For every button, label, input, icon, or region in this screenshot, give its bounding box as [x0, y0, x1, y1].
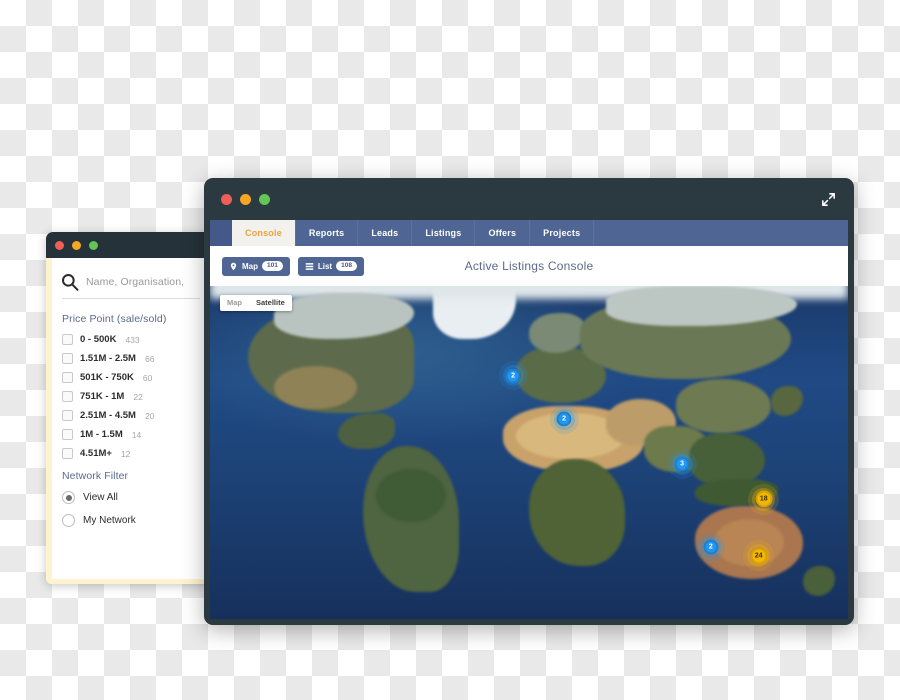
map-view-button[interactable]: Map 101	[222, 256, 290, 276]
filter-count: 22	[133, 391, 143, 402]
close-icon[interactable]	[221, 193, 232, 205]
filter-label: 1.51M - 2.5M	[80, 353, 136, 364]
minimize-icon[interactable]	[240, 193, 251, 205]
nav-tab-offers[interactable]: Offers	[475, 220, 531, 246]
map-type-satellite[interactable]: Satellite	[249, 295, 292, 311]
landmass-japan	[771, 385, 804, 416]
filter-label: 2.51M - 4.5M	[80, 410, 136, 421]
nav-tab-listings[interactable]: Listings	[412, 220, 476, 246]
filter-label: 0 - 500K	[80, 334, 117, 345]
app-viewport: Console Reports Leads Listings Offers Pr…	[210, 220, 848, 619]
filter-option-4[interactable]: 2.51M - 4.5M 20	[62, 410, 202, 421]
search-icon	[60, 272, 80, 292]
radio-icon[interactable]	[62, 491, 75, 504]
filter-label: 501K - 750K	[80, 372, 134, 383]
network-option-my-network[interactable]: My Network	[62, 514, 202, 527]
landmass-scandinavia	[529, 312, 587, 353]
nav-tab-reports[interactable]: Reports	[296, 220, 359, 246]
filter-option-3[interactable]: 751K - 1M 22	[62, 391, 202, 402]
checkbox-icon[interactable]	[62, 353, 73, 364]
marker-pulse-ring	[703, 540, 718, 555]
left-window-controls[interactable]	[55, 240, 98, 250]
console-window: Console Reports Leads Listings Offers Pr…	[204, 178, 854, 625]
marker-pulse-ring	[755, 491, 772, 508]
left-window-titlebar	[46, 232, 212, 258]
nav-tab-console[interactable]: Console	[232, 220, 296, 246]
map-marker-cluster-mediterranean[interactable]: 2	[556, 411, 572, 427]
checkbox-icon[interactable]	[62, 334, 73, 345]
landmass-china	[675, 379, 772, 433]
view-toolbar: Map 101 List 108 Active Listings Console	[210, 246, 848, 286]
map-marker-cluster-western-australia[interactable]: 2	[703, 539, 719, 555]
app-logo[interactable]	[210, 220, 232, 246]
checkbox-icon[interactable]	[62, 391, 73, 402]
map-view-label: Map	[242, 261, 258, 271]
checkbox-icon[interactable]	[62, 410, 73, 421]
filters-window: Name, Organisation, Price Point (sale/so…	[46, 232, 212, 584]
filter-count: 20	[144, 410, 155, 421]
marker-pulse-ring	[675, 457, 690, 472]
maximize-icon[interactable]	[89, 240, 98, 250]
landmass-new-zealand	[803, 565, 836, 596]
marker-pulse-ring	[506, 368, 521, 383]
landmass-central-america	[337, 412, 395, 450]
console-window-controls[interactable]	[221, 193, 270, 205]
filter-count: 12	[120, 448, 131, 459]
network-option-label: My Network	[83, 515, 136, 526]
filter-label: 751K - 1M	[80, 391, 125, 402]
list-rows-icon	[305, 262, 314, 271]
filter-count: 433	[125, 334, 140, 345]
landmass-usa-desert	[273, 365, 357, 410]
map-marker-cluster-europe-north[interactable]: 2	[505, 368, 521, 384]
main-navigation: Console Reports Leads Listings Offers Pr…	[210, 220, 848, 246]
map-type-map[interactable]: Map	[220, 295, 249, 311]
filter-count: 14	[131, 429, 142, 440]
landmass-australia-interior	[714, 519, 785, 566]
nav-tab-leads[interactable]: Leads	[358, 220, 413, 246]
network-filter-heading: Network Filter	[62, 470, 129, 482]
minimize-icon[interactable]	[72, 240, 81, 250]
price-filter-heading: Price Point (sale/sold)	[62, 313, 167, 325]
map-count-badge: 101	[262, 260, 283, 272]
filter-count: 66	[144, 353, 155, 364]
map-marker-cluster-new-south-wales[interactable]: 24	[750, 547, 768, 565]
filter-option-5[interactable]: 1M - 1.5M 14	[62, 429, 202, 440]
landmass-amazon	[375, 469, 447, 523]
list-view-button[interactable]: List 108	[297, 256, 364, 276]
map-pin-icon	[229, 262, 238, 271]
search-underline	[62, 298, 200, 299]
filter-option-2[interactable]: 501K - 750K 60	[62, 372, 202, 383]
filter-count: 60	[142, 372, 153, 383]
marker-pulse-ring	[557, 412, 572, 427]
expand-arrows-icon[interactable]	[820, 191, 837, 208]
map-type-control[interactable]: Map Satellite	[220, 295, 292, 311]
console-window-titlebar	[210, 178, 848, 220]
nav-tab-projects[interactable]: Projects	[530, 220, 595, 246]
checkbox-icon[interactable]	[62, 372, 73, 383]
marker-pulse-ring	[750, 547, 767, 564]
filter-label: 4.51M+	[80, 448, 112, 459]
filters-panel: Name, Organisation, Price Point (sale/so…	[46, 258, 212, 584]
filter-option-0[interactable]: 0 - 500K 433	[62, 334, 202, 345]
landmass-southeast-asia	[688, 432, 766, 486]
radio-icon[interactable]	[62, 514, 75, 527]
filter-option-1[interactable]: 1.51M - 2.5M 66	[62, 353, 202, 364]
search-field[interactable]: Name, Organisation,	[60, 272, 202, 298]
map-marker-cluster-queensland[interactable]: 18	[755, 490, 773, 508]
list-count-badge: 108	[336, 260, 357, 272]
network-option-label: View All	[83, 492, 118, 503]
network-option-view-all[interactable]: View All	[62, 491, 202, 504]
filter-option-6[interactable]: 4.51M+ 12	[62, 448, 202, 459]
landmass-sub-saharan-africa	[529, 459, 625, 566]
map-marker-cluster-southeast-asia[interactable]: 3	[674, 456, 690, 472]
list-view-label: List	[317, 261, 333, 271]
map-canvas[interactable]: Map Satellite 2 2 3 18 2 24	[210, 286, 848, 619]
close-icon[interactable]	[55, 240, 64, 250]
filter-label: 1M - 1.5M	[80, 429, 123, 440]
maximize-icon[interactable]	[259, 193, 270, 205]
checkbox-icon[interactable]	[62, 429, 73, 440]
checkbox-icon[interactable]	[62, 448, 73, 459]
search-input-placeholder[interactable]: Name, Organisation,	[86, 276, 184, 288]
